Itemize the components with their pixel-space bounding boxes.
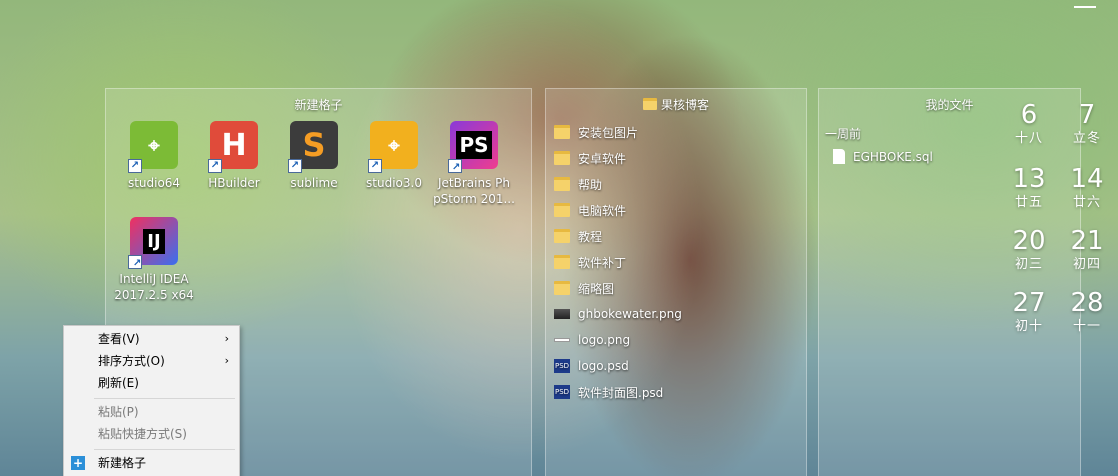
list-item[interactable]: EGHBOKE.sql xyxy=(833,149,933,164)
hbuilder-icon: H ↗ xyxy=(208,121,258,173)
list-item[interactable]: 安卓软件 xyxy=(554,145,798,171)
list-item[interactable]: PSD 软件封面图.psd xyxy=(554,379,798,405)
fence-folder-view: 果核博客 安装包图片 安卓软件 帮助 电脑软件 教程 软件补丁 缩略图 ghbo… xyxy=(545,88,807,476)
intellij-idea-icon: IJ ↗ xyxy=(128,217,178,269)
calendar-day[interactable]: 27 初十 xyxy=(1004,288,1054,336)
list-item[interactable]: 教程 xyxy=(554,223,798,249)
list-item[interactable]: 安装包图片 xyxy=(554,119,798,145)
calendar-day[interactable]: 13 廿五 xyxy=(1004,164,1054,212)
image-icon xyxy=(554,338,570,342)
shortcut-arrow-icon: ↗ xyxy=(128,255,142,269)
shortcut-intellij-idea[interactable]: IJ ↗ IntelliJ IDEA 2017.2.5 x64 xyxy=(112,217,196,303)
shortcut-arrow-icon: ↗ xyxy=(128,159,142,173)
folder-icon xyxy=(642,98,657,110)
shortcut-studio64[interactable]: ⌖ ↗ studio64 xyxy=(112,121,196,191)
folder-icon xyxy=(554,203,570,217)
shortcut-arrow-icon: ↗ xyxy=(288,159,302,173)
list-item[interactable]: 电脑软件 xyxy=(554,197,798,223)
section-label: 一周前 xyxy=(825,127,862,141)
calendar-day[interactable]: 20 初三 xyxy=(1004,226,1054,274)
calendar-day[interactable]: 21 初四 xyxy=(1062,226,1112,274)
shortcut-arrow-icon: ↗ xyxy=(208,159,222,173)
calendar-day[interactable]: 7 立冬 xyxy=(1062,100,1112,148)
folder-icon xyxy=(554,229,570,243)
menu-divider xyxy=(94,449,235,450)
folder-icon xyxy=(554,125,570,139)
fence-title[interactable]: 果核博客 xyxy=(546,96,806,113)
folder-file-list: 安装包图片 安卓软件 帮助 电脑软件 教程 软件补丁 缩略图 ghbokewat… xyxy=(554,119,798,405)
menu-divider xyxy=(94,398,235,399)
folder-icon xyxy=(554,151,570,165)
plus-icon: + xyxy=(71,456,85,470)
shortcut-label: IntelliJ IDEA 2017.2.5 x64 xyxy=(114,272,194,302)
psd-icon: PSD xyxy=(554,385,570,399)
chevron-right-icon: › xyxy=(224,354,229,367)
android-studio-icon: ⌖ ↗ xyxy=(128,121,178,173)
sublime-text-icon: S ↗ xyxy=(288,121,338,173)
menu-item-sort[interactable]: 排序方式(O) › xyxy=(64,350,239,372)
android-studio-icon: ⌖ ↗ xyxy=(368,121,418,173)
shortcut-label: JetBrains Ph pStorm 201... xyxy=(433,176,515,206)
menu-item-refresh[interactable]: 刷新(E) xyxy=(64,372,239,394)
list-item[interactable]: 帮助 xyxy=(554,171,798,197)
shortcut-studio3[interactable]: ⌖ ↗ studio3.0 xyxy=(352,121,436,191)
shortcut-label: HBuilder xyxy=(208,176,260,190)
list-item[interactable]: PSD logo.psd xyxy=(554,353,798,379)
menu-item-paste[interactable]: 粘贴(P) xyxy=(64,401,239,423)
desktop-context-menu: 查看(V) › 排序方式(O) › 刷新(E) 粘贴(P) 粘贴快捷方式(S) + 新… xyxy=(63,325,240,476)
list-item[interactable]: logo.png xyxy=(554,327,798,353)
shortcut-label: studio3.0 xyxy=(366,176,422,190)
fence-title[interactable]: 新建格子 xyxy=(106,96,531,113)
folder-icon xyxy=(554,255,570,269)
shortcut-phpstorm[interactable]: PS ↗ JetBrains Ph pStorm 201... xyxy=(432,121,516,207)
menu-item-view[interactable]: 查看(V) › xyxy=(64,328,239,350)
shortcut-label: studio64 xyxy=(127,176,181,190)
shortcut-sublime[interactable]: S ↗ sublime xyxy=(272,121,356,191)
menu-item-paste-shortcut[interactable]: 粘贴快捷方式(S) xyxy=(64,423,239,445)
document-icon xyxy=(833,149,845,164)
psd-icon: PSD xyxy=(554,359,570,373)
window-minimize-bar[interactable] xyxy=(1074,6,1096,8)
folder-icon xyxy=(554,177,570,191)
calendar-day[interactable]: 6 十八 xyxy=(1004,100,1054,148)
list-item[interactable]: 缩略图 xyxy=(554,275,798,301)
shortcut-hbuilder[interactable]: H ↗ HBuilder xyxy=(192,121,276,191)
shortcut-label: sublime xyxy=(290,176,338,190)
chevron-right-icon: › xyxy=(224,332,229,345)
shortcut-arrow-icon: ↗ xyxy=(368,159,382,173)
image-icon xyxy=(554,309,570,319)
list-item[interactable]: ghbokewater.png xyxy=(554,301,798,327)
menu-item-new-fence[interactable]: + 新建格子 xyxy=(64,452,239,474)
folder-icon xyxy=(554,281,570,295)
calendar-day[interactable]: 14 廿六 xyxy=(1062,164,1112,212)
calendar-day[interactable]: 28 十一 xyxy=(1062,288,1112,336)
shortcut-arrow-icon: ↗ xyxy=(448,159,462,173)
list-item[interactable]: 软件补丁 xyxy=(554,249,798,275)
phpstorm-icon: PS ↗ xyxy=(448,121,498,173)
